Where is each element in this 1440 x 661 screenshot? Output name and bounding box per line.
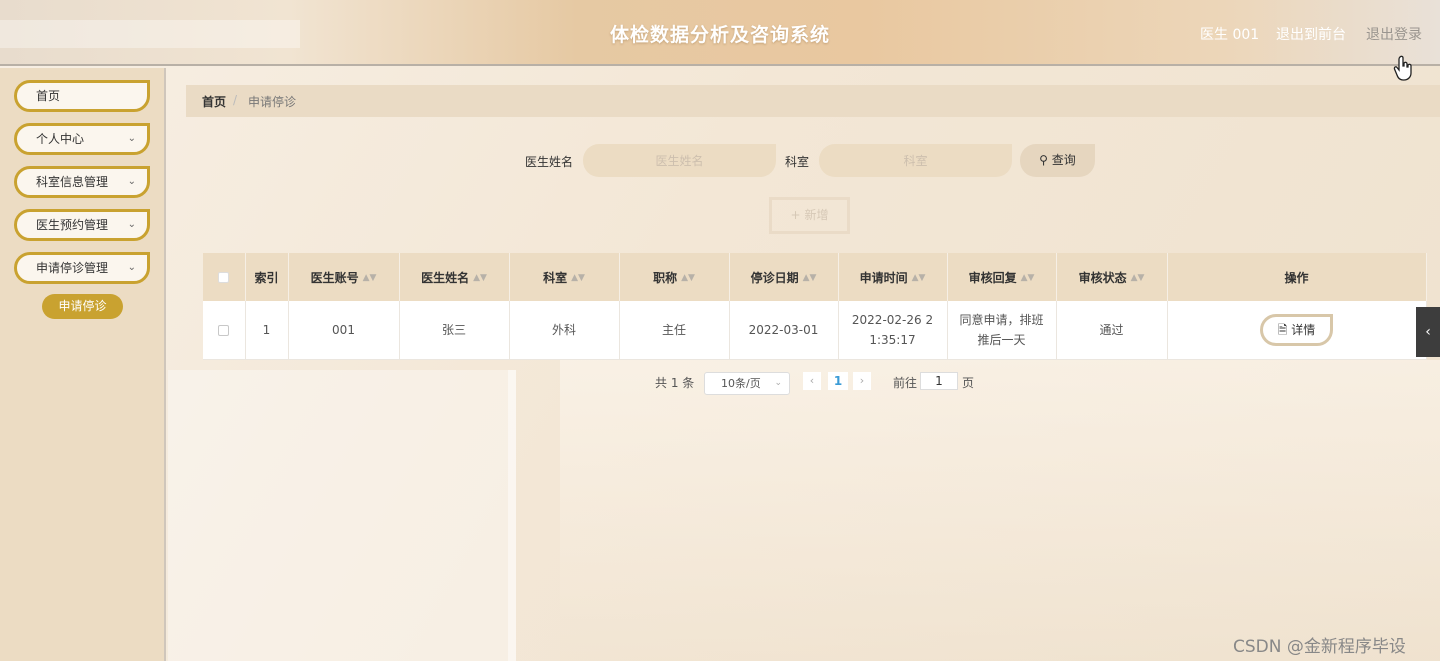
column-header-status[interactable]: 审核状态 ▲▼	[1056, 253, 1168, 301]
sidebar-item-label: 首页	[36, 89, 61, 103]
sort-icon[interactable]: ▲▼	[681, 273, 695, 283]
breadcrumb-current: 申请停诊	[248, 95, 297, 109]
goto-label: 前往	[893, 376, 918, 390]
sidebar-item-label: 科室信息管理	[36, 175, 109, 189]
query-button[interactable]: ⚲ 查询	[1020, 144, 1095, 177]
row-select-cell[interactable]	[203, 301, 246, 360]
sidebar-item-personal-center[interactable]: 个人中心 ⌄	[14, 123, 150, 155]
prev-page-button[interactable]: ‹	[803, 372, 821, 390]
sort-icon[interactable]: ▲▼	[912, 273, 926, 283]
cell-dept: 外科	[509, 301, 620, 360]
select-all-checkbox[interactable]	[218, 272, 230, 283]
doctor-name-label: 医生姓名	[525, 155, 574, 169]
sort-icon[interactable]: ▲▼	[1131, 273, 1145, 283]
column-header-title[interactable]: 职称 ▲▼	[619, 253, 730, 301]
add-button-label: 新增	[804, 208, 829, 222]
sort-icon[interactable]: ▲▼	[571, 273, 585, 283]
top-header: 体检数据分析及咨询系统 医生 001 退出到前台 退出登录	[0, 0, 1440, 81]
sidebar-item-department-info[interactable]: 科室信息管理 ⌄	[14, 166, 150, 198]
chevron-down-icon: ⌄	[127, 262, 136, 273]
detail-button[interactable]: 🗎 详情	[1260, 314, 1333, 346]
goto-unit-label: 页	[962, 376, 975, 390]
background-panel	[168, 370, 516, 661]
page-size-value: 10条/页	[721, 377, 761, 390]
cell-account: 001	[288, 301, 400, 360]
chevron-down-icon: ⌄	[127, 219, 136, 230]
header-select-all[interactable]	[203, 253, 246, 301]
page-number-current[interactable]: 1	[828, 372, 848, 390]
logout-link[interactable]: 退出登录	[1366, 24, 1422, 44]
goto-page-input[interactable]	[920, 372, 958, 390]
document-icon: 🗎	[1277, 323, 1288, 337]
sidebar-item-label: 申请停诊管理	[36, 261, 109, 275]
sidebar-subitem-stop-request[interactable]: 申请停诊	[42, 294, 123, 319]
department-input[interactable]	[819, 144, 1012, 177]
stop-request-table: 索引 医生账号 ▲▼ 医生姓名 ▲▼ 科室 ▲▼ 职称 ▲▼ 停诊日期 ▲▼ 申请时间 ▲▼…	[203, 253, 1427, 360]
query-button-label: 查询	[1051, 153, 1076, 167]
breadcrumb: 首页 / 申请停诊	[186, 85, 1440, 117]
drawer-toggle-button[interactable]: ‹	[1416, 307, 1440, 357]
next-page-button[interactable]: ›	[853, 372, 871, 390]
cell-title: 主任	[619, 301, 730, 360]
sort-icon[interactable]: ▲▼	[473, 273, 487, 283]
sidebar-item-label: 医生预约管理	[36, 218, 109, 232]
chevron-down-icon: ⌄	[774, 378, 782, 388]
cell-actions: 🗎 详情	[1167, 301, 1427, 360]
add-button[interactable]: + 新增	[769, 197, 850, 234]
department-label: 科室	[785, 155, 810, 169]
column-header-name[interactable]: 医生姓名 ▲▼	[399, 253, 510, 301]
sort-icon[interactable]: ▲▼	[803, 273, 817, 283]
mouse-pointer-icon	[1393, 55, 1412, 81]
cell-index: 1	[245, 301, 289, 360]
cell-apply-time: 2022-02-26 21:35:17	[838, 301, 948, 360]
sort-icon[interactable]: ▲▼	[1021, 273, 1035, 283]
exit-to-front-link[interactable]: 退出到前台	[1276, 24, 1346, 44]
table-row: 1 001 张三 外科 主任 2022-03-01 2022-02-26 21:…	[203, 301, 1427, 360]
sort-icon[interactable]: ▲▼	[363, 273, 377, 283]
table-header-row: 索引 医生账号 ▲▼ 医生姓名 ▲▼ 科室 ▲▼ 职称 ▲▼ 停诊日期 ▲▼ 申请时间 ▲▼…	[203, 253, 1427, 301]
chevron-left-icon: ‹	[1425, 324, 1431, 340]
plus-icon: +	[790, 208, 801, 222]
column-header-reply[interactable]: 审核回复 ▲▼	[947, 253, 1057, 301]
chevron-left-icon: ‹	[809, 374, 815, 387]
cell-stop-date: 2022-03-01	[729, 301, 839, 360]
column-header-stop-date[interactable]: 停诊日期 ▲▼	[729, 253, 839, 301]
sidebar-item-label: 个人中心	[36, 132, 85, 146]
page-size-select[interactable]: 10条/页 ⌄	[704, 372, 790, 395]
current-user: 医生 001	[1200, 27, 1260, 43]
column-header-apply-time[interactable]: 申请时间 ▲▼	[838, 253, 948, 301]
breadcrumb-separator: /	[233, 93, 238, 107]
sidebar-item-doctor-appointment[interactable]: 医生预约管理 ⌄	[14, 209, 150, 241]
column-header-dept[interactable]: 科室 ▲▼	[509, 253, 620, 301]
row-checkbox[interactable]	[218, 325, 230, 336]
cell-status: 通过	[1056, 301, 1168, 360]
chevron-down-icon: ⌄	[127, 133, 136, 144]
column-header-account[interactable]: 医生账号 ▲▼	[288, 253, 400, 301]
search-icon: ⚲	[1039, 153, 1048, 167]
column-header-actions: 操作	[1167, 253, 1427, 301]
doctor-name-input[interactable]	[583, 144, 776, 177]
chevron-down-icon: ⌄	[127, 176, 136, 187]
pagination-total: 共 1 条	[655, 376, 695, 390]
column-header-index: 索引	[245, 253, 289, 301]
detail-button-label: 详情	[1291, 323, 1316, 337]
sidebar-item-stop-request-management[interactable]: 申请停诊管理 ⌄	[14, 252, 150, 284]
cell-name: 张三	[399, 301, 510, 360]
background-panel	[560, 360, 1440, 661]
sidebar: 首页 个人中心 ⌄ 科室信息管理 ⌄ 医生预约管理 ⌄ 申请停诊管理 ⌄	[0, 68, 166, 661]
watermark: CSDN @金新程序毕设	[1233, 637, 1406, 657]
sidebar-item-home[interactable]: 首页	[14, 80, 150, 112]
breadcrumb-home[interactable]: 首页	[202, 93, 226, 110]
chevron-right-icon: ›	[859, 374, 865, 387]
cell-reply: 同意申请，排班推后一天	[947, 301, 1057, 360]
